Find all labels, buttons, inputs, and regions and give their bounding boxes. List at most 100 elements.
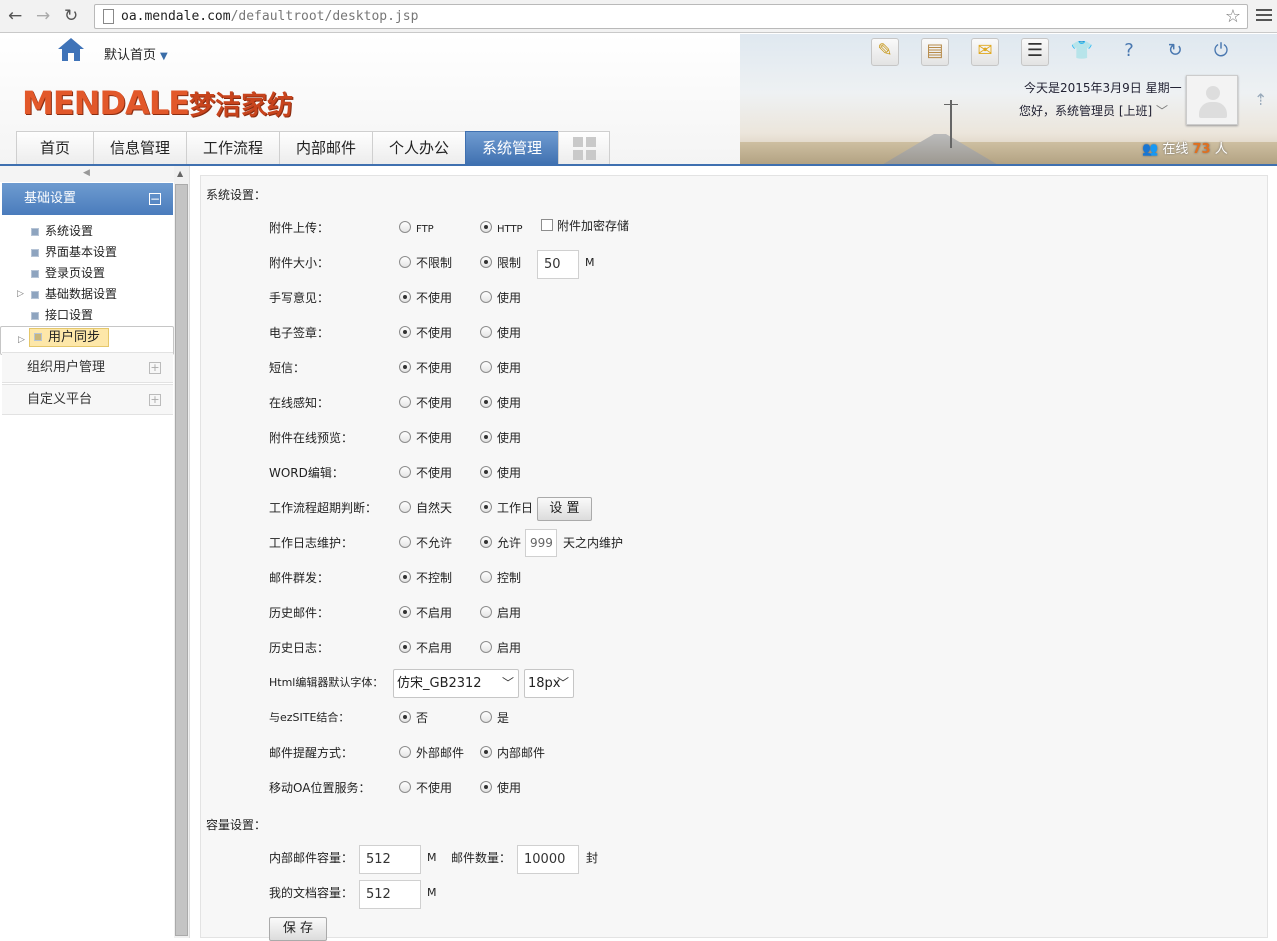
sidebar-item-ui-settings[interactable]: 界面基本设置 (0, 242, 174, 263)
radio-mobile-loc-off[interactable]: 不使用 (399, 778, 452, 798)
expand-triangle-icon[interactable]: ▷ (17, 284, 24, 305)
radio-ftp[interactable]: FTP (399, 218, 434, 240)
tab-more[interactable] (558, 131, 610, 165)
chevron-down-icon: ﹀ (1156, 104, 1169, 118)
font-size-select[interactable]: 18px ﹀ (524, 669, 574, 698)
workflow-settings-button[interactable]: 设 置 (537, 497, 592, 521)
landscape-pole (950, 100, 952, 148)
sidebar-collapse-bar[interactable]: ◀ (0, 166, 174, 182)
sidebar-item-user-sync[interactable]: ▷ 用户同步 (0, 326, 174, 355)
radio-preview-off[interactable]: 不使用 (399, 428, 452, 448)
radio-work-day[interactable]: 工作日 (480, 498, 533, 518)
checkbox-encrypt-storage[interactable]: 附件加密存储 (541, 216, 629, 236)
address-bar[interactable]: oa.mendale.com/defaultroot/desktop.jsp ☆ (94, 4, 1248, 29)
radio-label: 否 (416, 711, 429, 725)
radio-label: 不使用 (416, 396, 453, 410)
radio-handwrite-off[interactable]: 不使用 (399, 288, 452, 308)
save-button[interactable]: 保 存 (269, 917, 327, 941)
sidebar-item-basic-data[interactable]: ▷ 基础数据设置 (0, 284, 174, 305)
radio-history-log-off[interactable]: 不启用 (399, 638, 452, 658)
radio-http[interactable]: HTTP (480, 218, 523, 240)
radio-word-on[interactable]: 使用 (480, 463, 521, 483)
radio-online-sense-off[interactable]: 不使用 (399, 393, 452, 413)
sidebar-section-org-users[interactable]: 组织用户管理 + (2, 352, 173, 383)
radio-mass-mail-off[interactable]: 不控制 (399, 568, 452, 588)
radio-ezsite-no[interactable]: 否 (399, 708, 428, 728)
tab-personal-office[interactable]: 个人办公 (372, 131, 466, 165)
radio-mass-mail-on[interactable]: 控制 (480, 568, 521, 588)
radio-external-mail[interactable]: 外部邮件 (399, 743, 464, 763)
users-icon: 👥 (1142, 142, 1159, 157)
radio-history-mail-off[interactable]: 不启用 (399, 603, 452, 623)
sidebar-item-login-page[interactable]: 登录页设置 (0, 263, 174, 284)
unit-label: M (427, 886, 437, 899)
user-greeting[interactable]: 您好，系统管理员 [上班] ﹀ (1019, 102, 1168, 119)
tab-info-management[interactable]: 信息管理 (93, 131, 187, 165)
row-label: 电子签章： (269, 326, 330, 340)
radio-label: 使用 (497, 781, 522, 795)
radio-natural-day[interactable]: 自然天 (399, 498, 452, 518)
radio-label: 不使用 (416, 326, 453, 340)
radio-label: 使用 (497, 396, 522, 410)
shirt-icon[interactable]: 👕 (1068, 40, 1096, 61)
tab-workflow[interactable]: 工作流程 (186, 131, 280, 165)
radio-esign-off[interactable]: 不使用 (399, 323, 452, 343)
radio-sms-on[interactable]: 使用 (480, 358, 521, 378)
section-label: 自定义平台 (27, 392, 93, 407)
sidebar-scrollbar[interactable]: ▲ (174, 166, 189, 938)
up-arrow-icon[interactable]: ⇡ (1254, 90, 1267, 109)
refresh-icon[interactable]: ↻ (1161, 40, 1189, 61)
radio-esign-on[interactable]: 使用 (480, 323, 521, 343)
radio-circle (480, 221, 492, 233)
home-icon[interactable] (56, 36, 86, 62)
checkbox-box (541, 219, 553, 231)
sidebar-section-basic-settings[interactable]: 基础设置 − (2, 183, 173, 215)
mail-count-input[interactable]: 10000 (517, 845, 579, 874)
power-icon[interactable]: ⏻ (1207, 40, 1235, 61)
font-family-select[interactable]: 仿宋_GB2312 ﹀ (393, 669, 519, 698)
radio-history-log-on[interactable]: 启用 (480, 638, 521, 658)
radio-history-mail-on[interactable]: 启用 (480, 603, 521, 623)
collapse-icon: − (149, 192, 161, 206)
bookmark-star-icon[interactable]: ☆ (1225, 6, 1241, 27)
attach-size-input[interactable]: 50 (537, 250, 579, 279)
worklog-days-input[interactable]: 999 (525, 529, 557, 557)
online-users[interactable]: 👥 在线 73 人 (1142, 138, 1228, 157)
radio-sms-off[interactable]: 不使用 (399, 358, 452, 378)
avatar[interactable] (1186, 75, 1238, 125)
tab-home[interactable]: 首页 (16, 131, 94, 165)
radio-label: 不控制 (416, 571, 453, 585)
radio-worklog-deny[interactable]: 不允许 (399, 533, 452, 553)
radio-online-sense-on[interactable]: 使用 (480, 393, 521, 413)
scrollbar-thumb[interactable] (175, 184, 188, 936)
radio-worklog-allow[interactable]: 允许 (480, 533, 521, 553)
radio-handwrite-on[interactable]: 使用 (480, 288, 521, 308)
expand-triangle-icon[interactable]: ▷ (18, 327, 25, 354)
tab-internal-mail[interactable]: 内部邮件 (279, 131, 373, 165)
radio-mobile-loc-on[interactable]: 使用 (480, 778, 521, 798)
back-arrow-icon[interactable]: ← (8, 6, 22, 26)
radio-unlimited[interactable]: 不限制 (399, 253, 452, 273)
doc-capacity-input[interactable]: 512 (359, 880, 421, 909)
sidebar-section-custom-platform[interactable]: 自定义平台 + (2, 384, 173, 415)
scroll-up-icon[interactable]: ▲ (177, 169, 183, 178)
reload-icon[interactable]: ↻ (64, 6, 78, 26)
forward-arrow-icon[interactable]: → (36, 6, 50, 26)
radio-internal-mail[interactable]: 内部邮件 (480, 743, 545, 763)
browser-menu-icon[interactable] (1256, 7, 1272, 25)
row-label: 邮件群发： (269, 571, 330, 585)
tab-system-management[interactable]: 系统管理 (465, 131, 559, 165)
radio-ezsite-yes[interactable]: 是 (480, 708, 509, 728)
radio-circle (480, 291, 492, 303)
mail-capacity-input[interactable]: 512 (359, 845, 421, 874)
radio-word-off[interactable]: 不使用 (399, 463, 452, 483)
row-label: 附件上传： (269, 221, 330, 235)
radio-label: 外部邮件 (416, 746, 465, 760)
radio-preview-on[interactable]: 使用 (480, 428, 521, 448)
help-icon[interactable]: ? (1115, 40, 1143, 61)
radio-limited[interactable]: 限制 (480, 253, 521, 273)
home-selector[interactable]: 默认首页 ▼ (104, 44, 168, 63)
sidebar-item-interface[interactable]: 接口设置 (0, 305, 174, 326)
collapse-left-icon: ◀ (83, 168, 90, 178)
sidebar-item-system-settings[interactable]: 系统设置 (0, 221, 174, 242)
